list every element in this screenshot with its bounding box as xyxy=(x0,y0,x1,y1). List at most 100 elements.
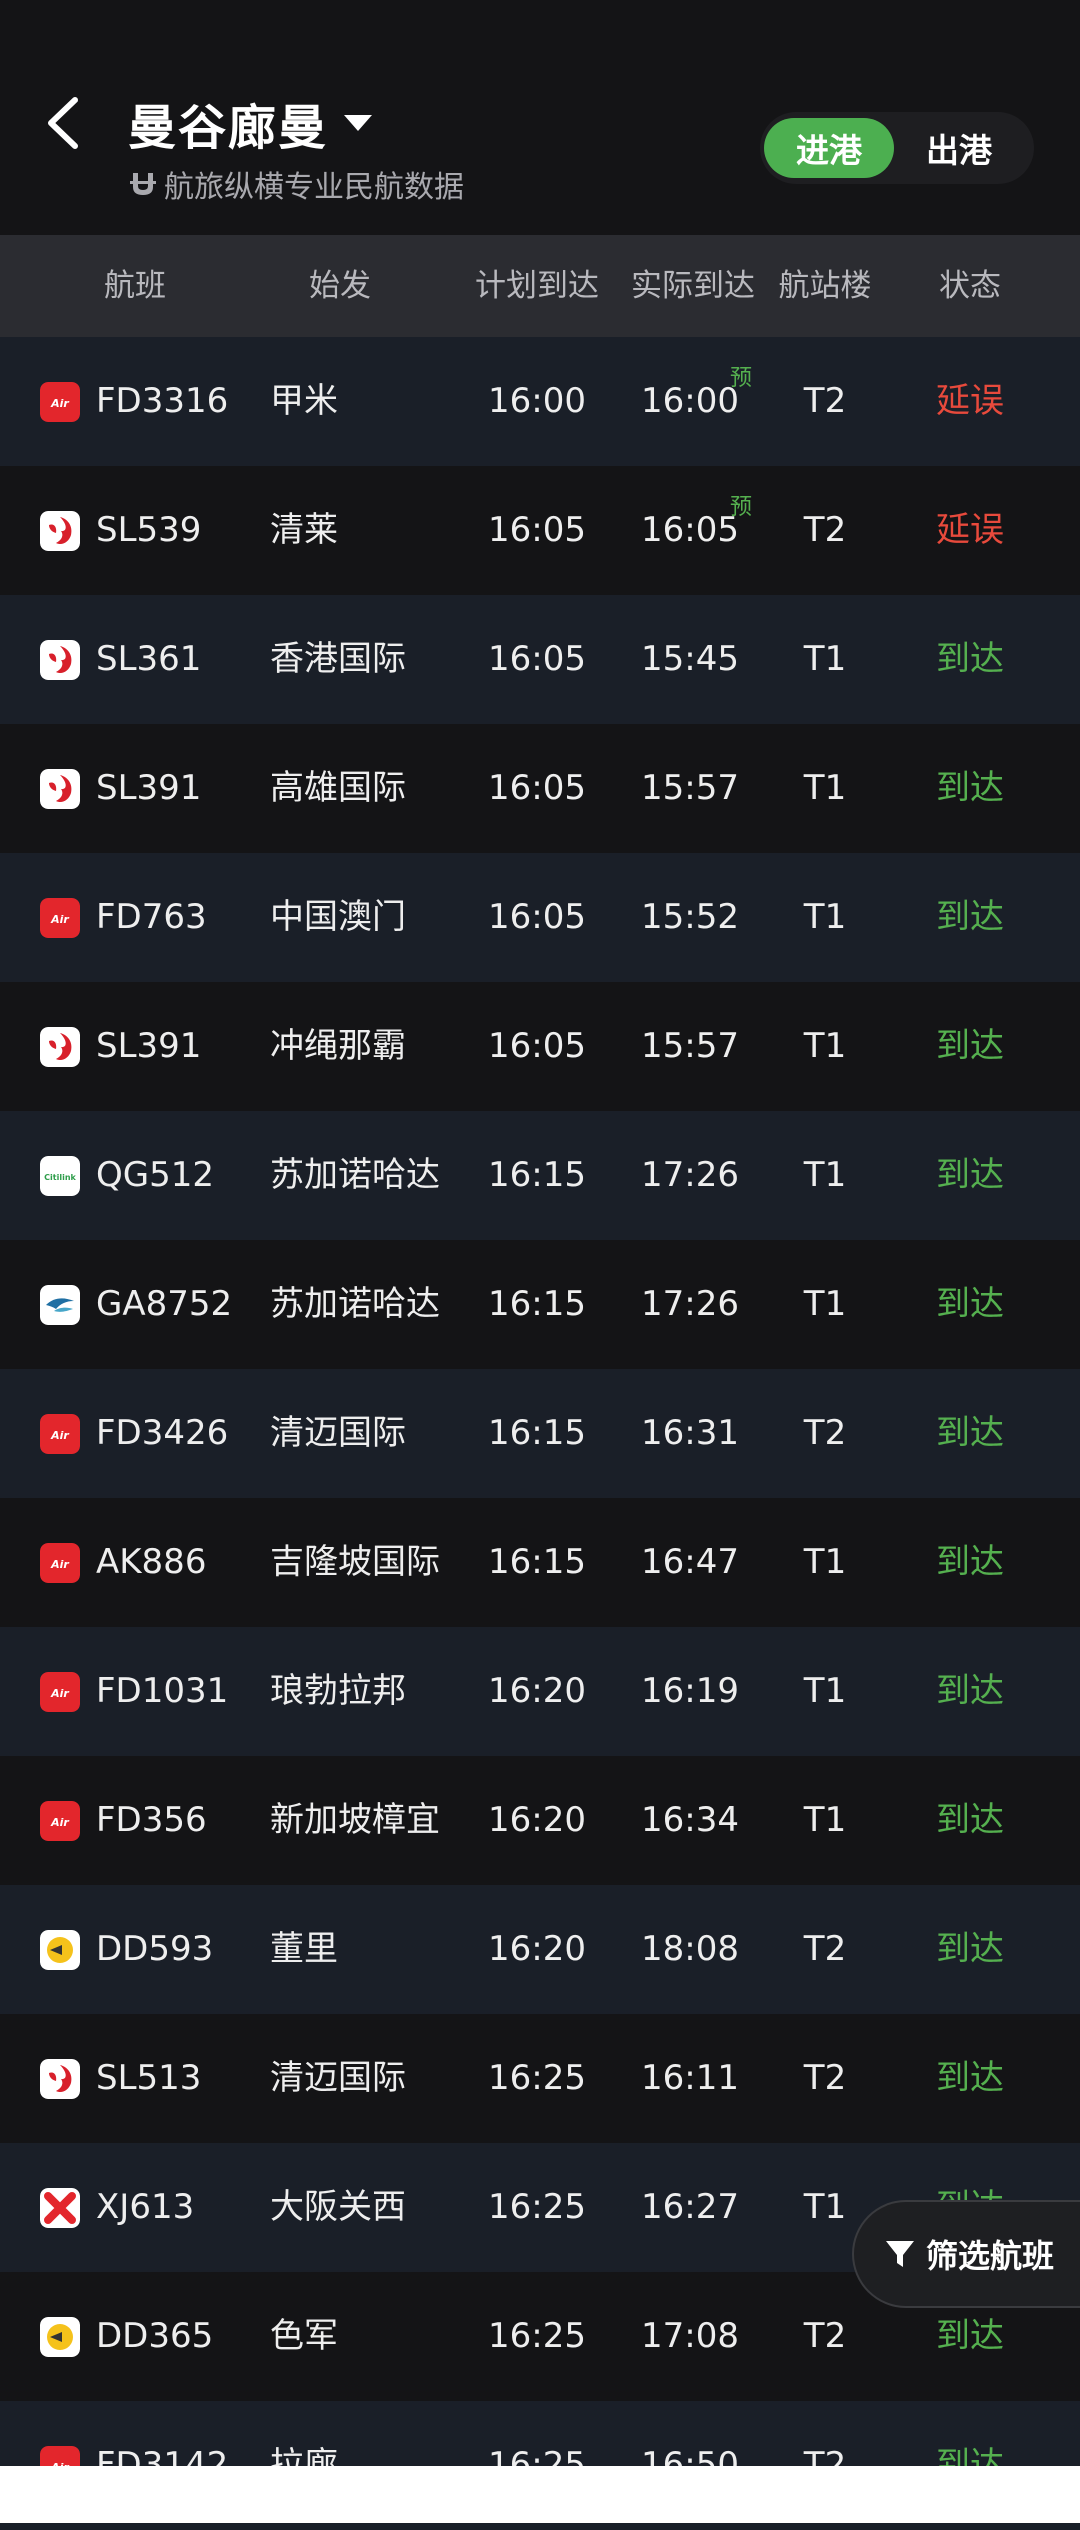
filter-flights-button[interactable]: 筛选航班 xyxy=(852,2200,1080,2308)
flight-number: QG512 xyxy=(96,1155,215,1195)
tab-arrivals[interactable]: 进港 xyxy=(764,118,894,178)
scheduled-time: 16:05 xyxy=(488,897,586,937)
actual-time: 16:34 xyxy=(641,1800,739,1840)
column-header-status: 状态 xyxy=(939,268,1001,304)
terminal: T1 xyxy=(803,1671,847,1711)
thai-lion-air-icon xyxy=(40,769,80,809)
flight-number: AK886 xyxy=(96,1542,207,1582)
status-badge: 到达 xyxy=(936,1284,1004,1324)
thai-lion-air-icon xyxy=(40,1027,80,1067)
svg-text:Air: Air xyxy=(50,913,69,926)
status-badge: 到达 xyxy=(936,1542,1004,1582)
terminal: T1 xyxy=(803,897,847,937)
column-header-origin: 始发 xyxy=(309,268,371,304)
flight-row[interactable]: SL391 高雄国际 16:05 15:57 T1 到达 xyxy=(0,724,1080,853)
column-header-flight: 航班 xyxy=(104,268,166,304)
flight-number: DD593 xyxy=(96,1929,214,1969)
svg-text:Air: Air xyxy=(50,1429,69,1442)
airport-selector[interactable]: 曼谷廊曼 xyxy=(128,88,373,158)
flight-row[interactable]: Air FD763 中国澳门 16:05 15:52 T1 到达 xyxy=(0,853,1080,982)
actual-time: 15:52 xyxy=(641,897,739,937)
flight-row[interactable]: Air FD3426 清迈国际 16:15 16:31 T2 到达 xyxy=(0,1369,1080,1498)
actual-time: 16:27 xyxy=(641,2187,739,2227)
flight-row[interactable]: Air FD3316 甲米 16:00 16:00 T2 预延误 xyxy=(0,337,1080,466)
scheduled-time: 16:20 xyxy=(488,1671,586,1711)
status-badge: 到达 xyxy=(936,1026,1004,1066)
origin-city: 香港国际 xyxy=(270,639,406,679)
nok-air-icon xyxy=(40,2317,80,2357)
flight-row[interactable]: Citilink QG512 苏加诺哈达 16:15 17:26 T1 到达 xyxy=(0,1111,1080,1240)
status-badge: 到达 xyxy=(936,639,1004,679)
origin-city: 冲绳那霸 xyxy=(270,1026,406,1066)
tab-departures[interactable]: 出港 xyxy=(894,118,1024,178)
status-badge: 到达 xyxy=(936,768,1004,808)
flight-row[interactable]: SL361 香港国际 16:05 15:45 T1 到达 xyxy=(0,595,1080,724)
actual-time: 16:11 xyxy=(641,2058,739,2098)
status-badge: 延误 xyxy=(936,381,1004,421)
flight-row[interactable]: Air FD356 新加坡樟宜 16:20 16:34 T1 到达 xyxy=(0,1756,1080,1885)
origin-city: 新加坡樟宜 xyxy=(270,1800,440,1840)
flight-number: SL539 xyxy=(96,510,202,550)
origin-city: 董里 xyxy=(270,1929,338,1969)
scheduled-time: 16:15 xyxy=(488,1413,586,1453)
origin-city: 琅勃拉邦 xyxy=(270,1671,406,1711)
actual-time: 18:08 xyxy=(641,1929,739,1969)
column-header-actual: 实际到达 xyxy=(631,268,755,304)
terminal: T1 xyxy=(803,2187,847,2227)
actual-time: 17:08 xyxy=(641,2316,739,2356)
airasia-icon: Air xyxy=(40,898,80,938)
airasia-x-icon xyxy=(40,2188,80,2228)
estimate-mark: 预 xyxy=(730,495,753,520)
caret-down-icon xyxy=(344,115,373,131)
brand-logo-icon xyxy=(130,173,156,195)
airasia-icon: Air xyxy=(40,1672,80,1712)
terminal: T2 xyxy=(803,2058,847,2098)
scheduled-time: 16:15 xyxy=(488,1542,586,1582)
flight-row[interactable]: DD593 董里 16:20 18:08 T2 到达 xyxy=(0,1885,1080,2014)
flight-number: XJ613 xyxy=(96,2187,195,2227)
actual-time: 15:57 xyxy=(641,768,739,808)
origin-city: 大阪关西 xyxy=(270,2187,406,2227)
garuda-icon xyxy=(40,1285,80,1325)
flight-number: DD365 xyxy=(96,2316,214,2356)
origin-city: 清莱 xyxy=(270,510,338,550)
status-badge: 到达 xyxy=(936,2058,1004,2098)
scheduled-time: 16:05 xyxy=(488,1026,586,1066)
flight-number: FD3316 xyxy=(96,381,229,421)
origin-city: 吉隆坡国际 xyxy=(270,1542,440,1582)
terminal: T1 xyxy=(803,639,847,679)
filter-icon xyxy=(886,2241,914,2267)
status-badge: 到达 xyxy=(936,897,1004,937)
origin-city: 苏加诺哈达 xyxy=(270,1155,440,1195)
flight-row[interactable]: SL391 冲绳那霸 16:05 15:57 T1 到达 xyxy=(0,982,1080,1111)
terminal: T2 xyxy=(803,1929,847,1969)
terminal: T1 xyxy=(803,1800,847,1840)
airasia-icon: Air xyxy=(40,1801,80,1841)
column-header-scheduled: 计划到达 xyxy=(475,268,599,304)
actual-time: 17:26 xyxy=(641,1284,739,1324)
actual-time: 16:19 xyxy=(641,1671,739,1711)
flight-number: FD763 xyxy=(96,897,207,937)
airasia-icon: Air xyxy=(40,1414,80,1454)
status-badge: 到达 xyxy=(936,1929,1004,1969)
flight-row[interactable]: GA8752 苏加诺哈达 16:15 17:26 T1 到达 xyxy=(0,1240,1080,1369)
bottom-gap xyxy=(0,2466,1080,2523)
flight-number: FD1031 xyxy=(96,1671,229,1711)
flight-row[interactable]: Air AK886 吉隆坡国际 16:15 16:47 T1 到达 xyxy=(0,1498,1080,1627)
scheduled-time: 16:05 xyxy=(488,639,586,679)
origin-city: 清迈国际 xyxy=(270,2058,406,2098)
actual-time: 16:00 xyxy=(641,381,739,421)
back-button[interactable] xyxy=(28,88,98,158)
svg-text:Air: Air xyxy=(50,1816,69,1829)
svg-text:Air: Air xyxy=(50,1558,69,1571)
flight-row[interactable]: SL539 清莱 16:05 16:05 T2 预延误 xyxy=(0,466,1080,595)
scheduled-time: 16:20 xyxy=(488,1929,586,1969)
flight-number: FD3426 xyxy=(96,1413,229,1453)
citilink-icon: Citilink xyxy=(40,1156,80,1196)
status-badge: 延误 xyxy=(936,510,1004,550)
scheduled-time: 16:25 xyxy=(488,2187,586,2227)
terminal: T1 xyxy=(803,1542,847,1582)
scheduled-time: 16:05 xyxy=(488,768,586,808)
flight-row[interactable]: Air FD1031 琅勃拉邦 16:20 16:19 T1 到达 xyxy=(0,1627,1080,1756)
flight-row[interactable]: SL513 清迈国际 16:25 16:11 T2 到达 xyxy=(0,2014,1080,2143)
